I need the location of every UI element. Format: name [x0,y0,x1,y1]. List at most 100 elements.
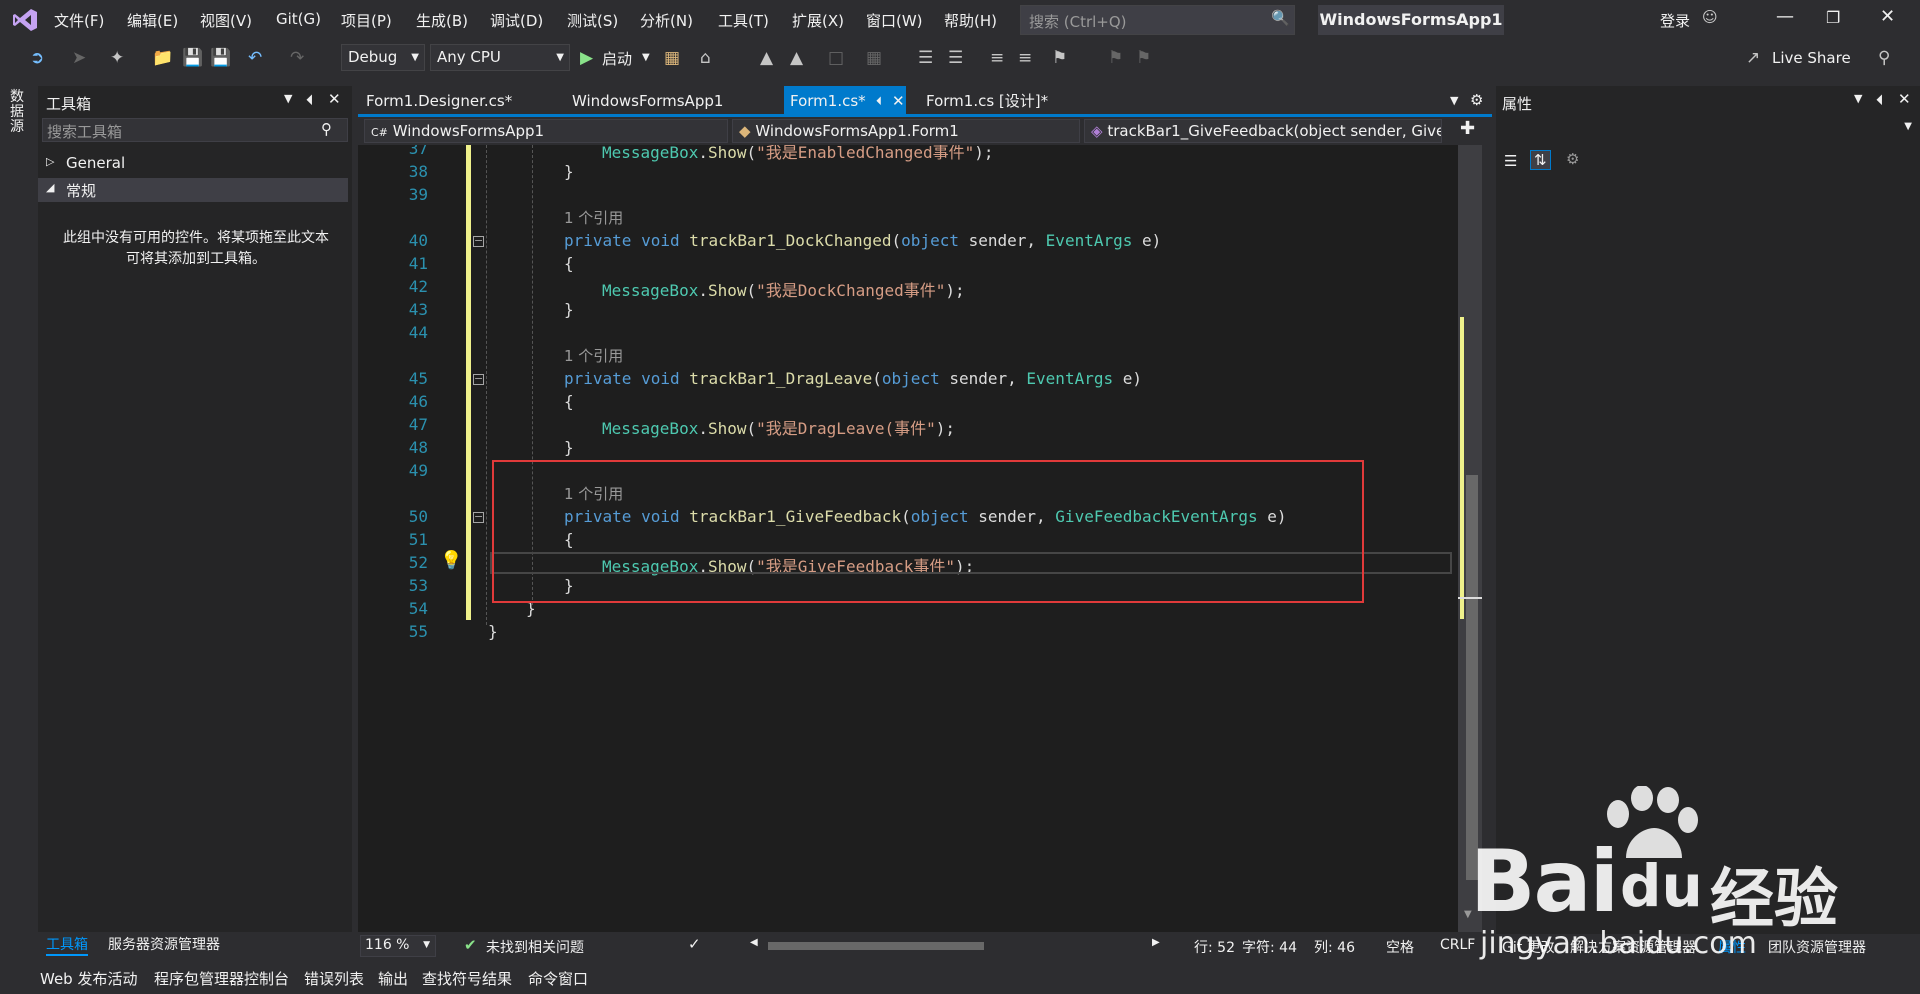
menu-analyze[interactable]: 分析(N) [640,10,693,31]
save-icon[interactable]: 💾 [182,48,203,68]
string-literal: "我是EnabledChanged事件" [756,145,975,162]
editor-tab-strip: Form1.Designer.cs* WindowsFormsApp1 Form… [358,86,1492,116]
outdent-icon[interactable]: ≡ [1018,48,1032,68]
menu-debug[interactable]: 调试(D) [490,10,543,31]
chevron-down-icon[interactable]: ▼ [1450,94,1458,107]
toolbox-group-common[interactable]: ◢ 常规 [38,178,348,202]
zoom-select[interactable]: 116 % ▼ [360,935,436,957]
feedback-icon[interactable]: ⚲ [1878,48,1890,68]
menu-project[interactable]: 项目(P) [341,10,392,31]
lightbulb-icon[interactable]: 💡 [440,550,462,571]
close-icon[interactable]: ✕ [1898,90,1911,108]
platform-select[interactable]: Any CPU ▼ [430,44,570,71]
property-pages-icon[interactable]: ⚙ [1566,150,1579,168]
pin-icon[interactable]: ⏴ [1876,91,1884,109]
layout-icon[interactable]: ▦ [866,48,882,68]
tab-output[interactable]: 输出 [378,968,408,989]
gear-icon[interactable]: ⚙ [1470,91,1483,109]
tab-find-symbol[interactable]: 查找符号结果 [422,968,512,989]
issues-status[interactable]: 未找到相关问题 [486,937,584,957]
chevron-down-icon[interactable]: ▼ [642,52,650,63]
horizontal-scroll-thumb[interactable] [768,942,984,950]
undo-icon[interactable]: ↶ [248,48,262,68]
account-icon[interactable]: ☺ [1702,8,1718,26]
indent-icon[interactable]: ≡ [990,48,1004,68]
rebuild-icon[interactable]: ▲ [790,48,803,68]
collapse-toggle[interactable]: − [473,373,484,385]
redo-icon[interactable]: ↷ [290,48,304,68]
tab-web-publish[interactable]: Web 发布活动 [40,968,137,989]
debug-target-icon[interactable]: ▦ [664,48,680,68]
minimize-button[interactable]: — [1776,6,1794,27]
menu-tools[interactable]: 工具(T) [718,10,769,31]
categorized-icon[interactable]: ☰ [1504,152,1517,170]
project-dropdown[interactable]: C# WindowsFormsApp1 [364,119,728,143]
login-link[interactable]: 登录 [1660,10,1690,31]
chevron-down-icon[interactable]: ▼ [284,92,292,105]
tab-windowsformsapp1[interactable]: WindowsFormsApp1 [564,86,731,116]
live-share-icon[interactable]: ↗ [1746,48,1760,68]
toolbox-group-general[interactable]: ▷ General [38,152,348,176]
menu-git[interactable]: Git(G) [276,10,321,28]
collapse-toggle[interactable]: − [473,511,484,523]
reference-count[interactable]: 1 个引用 [564,345,623,366]
menu-window[interactable]: 窗口(W) [866,10,923,31]
tab-form1-design[interactable]: Form1.cs [设计]* [918,86,1056,116]
maximize-button[interactable]: ❐ [1826,8,1840,27]
data-sources-tab[interactable]: 数据源 [10,90,26,135]
home-icon[interactable]: ⌂ [700,48,711,68]
play-icon[interactable]: ▶ [580,48,593,68]
menu-test[interactable]: 测试(S) [567,10,618,31]
close-button[interactable]: ✕ [1880,6,1895,27]
tab-toolbox[interactable]: 工具箱 [46,934,88,956]
build-icon[interactable]: ▲ [760,48,773,68]
open-folder-icon[interactable]: 📁 [152,48,173,68]
search-icon: ⚲ [321,120,332,138]
prev-bookmark-icon[interactable]: ⚑ [1108,48,1123,68]
align-icon[interactable]: ☰ [918,48,933,68]
menu-extensions[interactable]: 扩展(X) [792,10,844,31]
menu-build[interactable]: 生成(B) [416,10,468,31]
menu-edit[interactable]: 编辑(E) [127,10,178,31]
visual-studio-logo-icon[interactable] [12,8,38,32]
chevron-down-icon[interactable]: ▼ [1854,92,1862,105]
next-bookmark-icon[interactable]: ⚑ [1136,48,1151,68]
member-dropdown[interactable]: ◈ trackBar1_GiveFeedback(object sender, … [1084,119,1442,143]
tab-form1-designer[interactable]: Form1.Designer.cs* [358,86,520,116]
pin-icon[interactable]: ⏴ [876,86,882,116]
scroll-left-icon[interactable]: ◀ [750,937,758,948]
menu-help[interactable]: 帮助(H) [944,10,997,31]
bookmark-icon[interactable]: □ [828,48,844,68]
tab-form1-cs-active[interactable]: Form1.cs* ⏴ ✕ [784,86,906,116]
menu-file[interactable]: 文件(F) [54,10,104,31]
split-icon[interactable]: ✚ [1460,118,1475,139]
tab-error-list[interactable]: 错误列表 [304,968,364,989]
spaces-indicator[interactable]: 空格 [1386,937,1414,957]
object-selector[interactable]: ▼ [1498,116,1918,140]
collapse-toggle[interactable]: − [473,235,484,247]
menu-view[interactable]: 视图(V) [200,10,252,31]
tab-server-explorer[interactable]: 服务器资源管理器 [108,934,220,954]
flag-icon[interactable]: ⚑ [1052,48,1067,68]
search-input[interactable]: 搜索 (Ctrl+Q) 🔍 [1020,5,1295,35]
close-icon[interactable]: ✕ [892,86,905,116]
close-icon[interactable]: ✕ [328,90,341,108]
forward-icon[interactable]: ➤ [72,48,86,68]
class-dropdown[interactable]: ◆ WindowsFormsApp1.Form1 [732,119,1080,143]
toolbox-search-input[interactable]: 搜索工具箱 ⚲ [42,118,348,142]
alphabetical-icon[interactable]: ⇅ [1530,150,1551,170]
new-project-icon[interactable]: ✦ [110,48,124,68]
config-select[interactable]: Debug ▼ [341,44,425,71]
pin-icon[interactable]: ⏴ [306,91,314,109]
live-share-button[interactable]: Live Share [1772,49,1851,67]
line-number: 47 [408,415,428,434]
back-icon[interactable]: ➲ [30,48,44,68]
scroll-right-icon[interactable]: ▶ [1152,937,1160,948]
tab-package-manager[interactable]: 程序包管理器控制台 [154,968,289,989]
format-icon[interactable]: ☰ [948,48,963,68]
start-button[interactable]: 启动 [602,48,632,69]
save-all-icon[interactable]: 💾 [210,48,231,68]
brush-icon[interactable]: ✓ [688,935,701,953]
reference-count[interactable]: 1 个引用 [564,207,623,228]
tab-command-window[interactable]: 命令窗口 [528,968,588,989]
